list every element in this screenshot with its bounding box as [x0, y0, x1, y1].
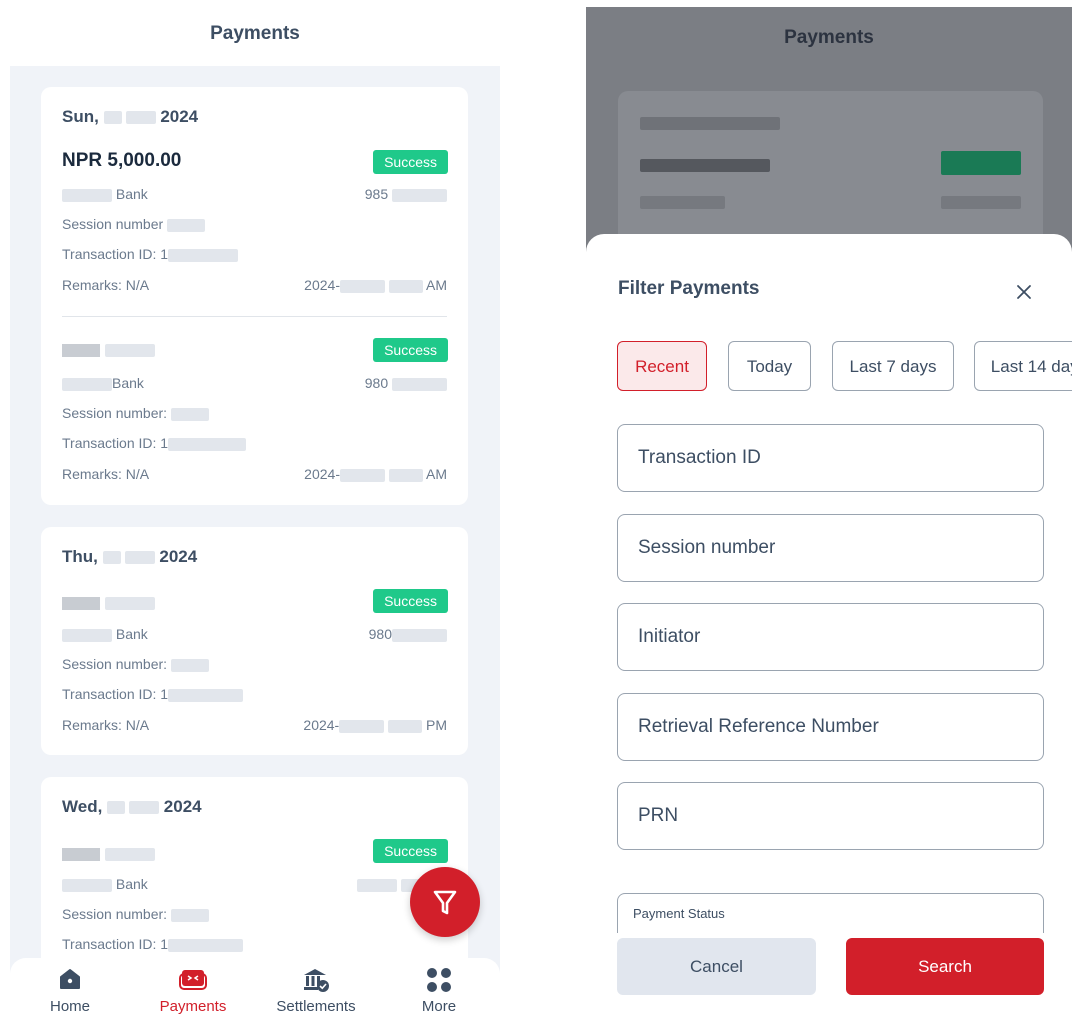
payer-phone: 985: [365, 186, 447, 202]
remarks: Remarks: N/A: [62, 466, 150, 482]
payment-amount-redacted: [62, 844, 155, 864]
page-title: Payments: [210, 23, 300, 44]
nav-home[interactable]: Home: [10, 958, 130, 1016]
filter-fab-button[interactable]: [410, 867, 480, 937]
payments-icon: [179, 970, 207, 990]
transaction-id: Transaction ID: 1: [62, 936, 244, 952]
initiator-input[interactable]: [618, 604, 1043, 670]
payment-status-label: Payment Status: [633, 906, 725, 921]
session-number: Session number:: [62, 656, 209, 672]
prn-input[interactable]: [618, 783, 1043, 849]
payment-time: 2024- AM: [304, 466, 447, 482]
payer-bank: Bank: [62, 375, 144, 391]
status-badge: Success: [373, 839, 448, 863]
transaction-id: Transaction ID: 1: [62, 686, 244, 702]
transaction-id: Transaction ID: 1: [62, 246, 239, 262]
chip-last-7-days[interactable]: Last 7 days: [832, 341, 954, 391]
nav-label-home: Home: [49, 998, 90, 1015]
chip-last-14-days[interactable]: Last 14 days: [974, 341, 1072, 391]
payment-amount-redacted: [62, 593, 155, 613]
payment-day-card: Thu, 2024 Success Bank 980 Session numbe…: [41, 527, 468, 755]
session-number: Session number:: [62, 405, 209, 421]
nav-label-settlements: Settlements: [276, 998, 356, 1015]
payment-status-select[interactable]: Payment Status: [617, 893, 1044, 933]
payer-bank: Bank: [62, 626, 148, 642]
session-number-field: [617, 514, 1044, 582]
nav-settlements[interactable]: Settlements: [256, 958, 376, 1016]
date-header: Thu, 2024: [62, 547, 198, 566]
transaction-id: Transaction ID: 1: [62, 435, 247, 451]
filter-bottom-sheet: Filter Payments Recent Today Last 7 days…: [586, 234, 1072, 1016]
status-badge: Success: [373, 150, 448, 174]
retrieval-reference-field: [617, 693, 1044, 761]
remarks: Remarks: N/A: [62, 717, 150, 733]
payer-phone: 980: [369, 626, 447, 642]
date-header: Wed, 2024: [62, 797, 202, 816]
transaction-id-field: [617, 424, 1044, 492]
session-number: Session number:: [62, 906, 209, 922]
status-badge: Success: [373, 338, 448, 362]
nav-label-more: More: [421, 998, 457, 1015]
filter-screen: Payments Filter Payments Recent Today La…: [586, 7, 1072, 1016]
close-button[interactable]: [1010, 278, 1038, 306]
nav-more[interactable]: More: [379, 958, 499, 1016]
sheet-title: Filter Payments: [618, 278, 760, 299]
payment-time: 2024- PM: [303, 717, 447, 733]
chip-recent[interactable]: Recent: [617, 341, 707, 391]
chip-today[interactable]: Today: [728, 341, 811, 391]
grid-icon: [427, 968, 451, 992]
retrieval-reference-input[interactable]: [618, 694, 1043, 760]
session-number: Session number: [62, 216, 206, 232]
remarks: Remarks: N/A: [62, 277, 150, 293]
divider: [62, 316, 447, 317]
session-number-input[interactable]: [618, 515, 1043, 581]
date-header: Sun, 2024: [62, 107, 199, 126]
nav-payments[interactable]: Payments: [133, 958, 253, 1016]
payments-screen: Payments Sun, 2024 NPR 5,000.00 Success …: [0, 0, 510, 1016]
payer-bank: Bank: [62, 186, 148, 202]
payer-bank: Bank: [62, 876, 148, 892]
cancel-button[interactable]: Cancel: [617, 938, 816, 995]
status-badge: Success: [373, 589, 448, 613]
initiator-field: [617, 603, 1044, 671]
prn-field: [617, 782, 1044, 850]
payment-time: 2024- AM: [304, 277, 447, 293]
search-button[interactable]: Search: [846, 938, 1044, 995]
filter-icon: [433, 890, 457, 915]
payment-amount-redacted: [62, 340, 155, 360]
payment-amount: NPR 5,000.00: [62, 150, 182, 171]
bank-check-icon: [304, 969, 329, 992]
payer-phone: 980: [365, 375, 447, 391]
payment-day-card: Sun, 2024 NPR 5,000.00 Success Bank 985 …: [41, 87, 468, 505]
nav-label-payments: Payments: [159, 998, 227, 1015]
close-icon: [1017, 285, 1031, 299]
bottom-nav: Home Payments Settlements More: [10, 958, 500, 1016]
home-icon: [60, 969, 80, 989]
page-title: Payments: [784, 27, 874, 48]
transaction-id-input[interactable]: [618, 425, 1043, 491]
